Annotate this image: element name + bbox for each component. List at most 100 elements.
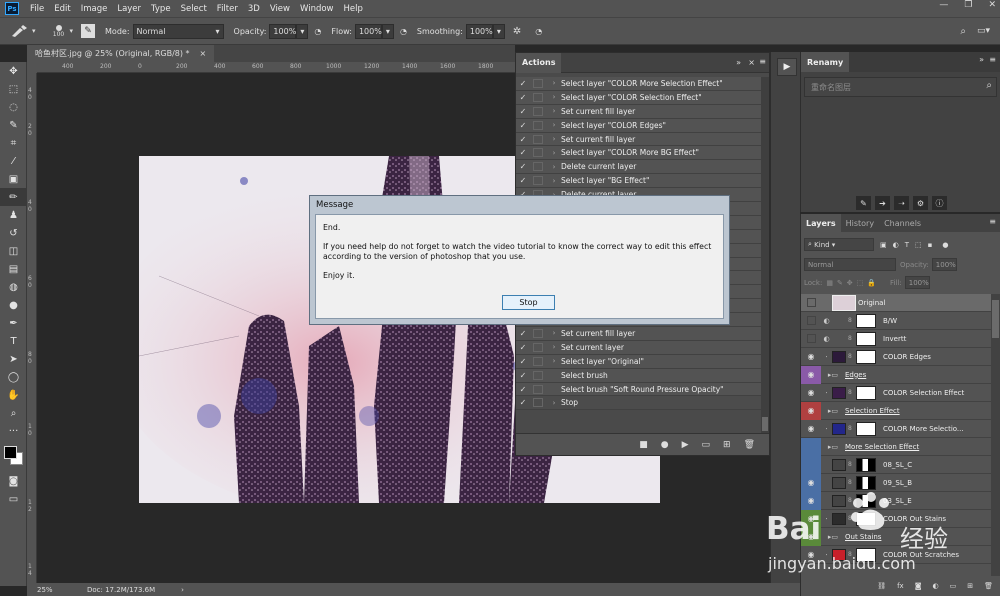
- chevron-down-icon[interactable]: ▾: [70, 27, 74, 35]
- crop-tool-icon[interactable]: ⌗: [0, 134, 27, 152]
- menu-type[interactable]: Type: [146, 4, 176, 14]
- lasso-tool-icon[interactable]: ◌: [0, 98, 27, 116]
- dialog-toggle-box[interactable]: [533, 342, 543, 352]
- blur-tool-icon[interactable]: ◍: [0, 278, 27, 296]
- document-tab[interactable]: 哈鱼村区.jpg @ 25% (Original, RGB/8) * ×: [27, 45, 215, 62]
- panel-menu-icon[interactable]: ≡: [989, 55, 996, 64]
- visibility-eye-icon[interactable]: [801, 455, 821, 474]
- dialog-toggle-box[interactable]: [533, 176, 543, 186]
- filter-toggle-icon[interactable]: ●: [942, 241, 948, 249]
- scrollbar-thumb[interactable]: [762, 417, 768, 431]
- checkmark-icon[interactable]: ✓: [516, 398, 530, 407]
- lock-icons[interactable]: ▦✎✥⬚🔒: [826, 279, 880, 287]
- color-swatches[interactable]: [0, 440, 26, 472]
- menu-help[interactable]: Help: [339, 4, 368, 14]
- layer-row[interactable]: ◉ ⸳ 8 COLOR Selection Effect: [801, 384, 991, 402]
- visibility-eye-icon[interactable]: [801, 294, 821, 312]
- mode-select[interactable]: Normal ▾: [132, 23, 224, 39]
- layer-row[interactable]: ◐ 8 B/W: [801, 312, 991, 330]
- quick-mask-icon[interactable]: ◙: [0, 472, 27, 490]
- new-action-icon[interactable]: ⊞: [723, 440, 731, 450]
- smoothing-input[interactable]: 100%: [465, 23, 493, 39]
- dialog-toggle-box[interactable]: [533, 134, 543, 144]
- more-tools-icon[interactable]: ···: [0, 422, 27, 440]
- action-step-row[interactable]: ✓ › Set current fill layer: [516, 132, 762, 147]
- dialog-toggle-box[interactable]: [533, 120, 543, 130]
- pressure-size-icon[interactable]: ◔: [535, 27, 542, 36]
- tab-renamy[interactable]: Renamy: [801, 52, 850, 72]
- checkmark-icon[interactable]: ✓: [516, 329, 530, 338]
- expand-arrow-icon[interactable]: ›: [547, 329, 561, 337]
- expand-arrow-icon[interactable]: ›: [547, 149, 561, 157]
- action-step-row[interactable]: ✓ › Select layer "COLOR More Selection Eff…: [516, 77, 762, 91]
- close-tab-icon[interactable]: ×: [200, 49, 207, 58]
- zoom-level[interactable]: 25%: [37, 586, 87, 594]
- gradient-tool-icon[interactable]: ▤: [0, 260, 27, 278]
- airbrush-icon[interactable]: ◔: [400, 27, 407, 36]
- checkmark-icon[interactable]: ✓: [516, 371, 530, 380]
- marquee-tool-icon[interactable]: ⬚: [0, 80, 27, 98]
- tab-channels[interactable]: Channels: [879, 214, 926, 232]
- mask-link-icon[interactable]: 8: [848, 317, 854, 324]
- renamy-info-icon[interactable]: ⓘ: [932, 196, 947, 210]
- rename-layer-input[interactable]: 重命名图层: [804, 77, 997, 97]
- layer-mask-thumbnail[interactable]: [856, 349, 876, 364]
- checkmark-icon[interactable]: ✓: [516, 79, 530, 88]
- dialog-toggle-box[interactable]: [533, 148, 543, 158]
- flow-dropdown[interactable]: ▾: [381, 23, 394, 39]
- action-step-row[interactable]: ✓ › Select layer "COLOR More BG Effect": [516, 146, 762, 161]
- path-select-tool-icon[interactable]: ➤: [0, 350, 27, 368]
- minimize-icon[interactable]: —: [939, 0, 948, 10]
- pressure-opacity-icon[interactable]: ◔: [314, 27, 321, 36]
- layer-row[interactable]: ◉ ▸▭ Edges: [801, 365, 991, 384]
- expand-arrow-icon[interactable]: ›: [547, 135, 561, 143]
- menu-filter[interactable]: Filter: [212, 4, 243, 14]
- new-set-icon[interactable]: ▭: [702, 440, 711, 450]
- close-panel-icon[interactable]: ×: [748, 58, 755, 67]
- dialog-toggle-box[interactable]: [533, 78, 543, 88]
- clone-stamp-tool-icon[interactable]: ♟: [0, 206, 27, 224]
- move-tool-icon[interactable]: ✥: [0, 62, 27, 80]
- expand-arrow-icon[interactable]: ›: [547, 93, 561, 101]
- dialog-toggle-box[interactable]: [533, 106, 543, 116]
- stop-playing-icon[interactable]: ■: [639, 440, 648, 450]
- checkmark-icon[interactable]: ✓: [516, 343, 530, 352]
- action-step-row[interactable]: ✓ › Select layer "BG Effect": [516, 174, 762, 189]
- checkmark-icon[interactable]: ✓: [516, 357, 530, 366]
- expand-arrow-icon[interactable]: ›: [547, 79, 561, 87]
- expand-arrow-icon[interactable]: ›: [547, 107, 561, 115]
- layer-filter-select[interactable]: ⌕ Kind ▾: [804, 238, 874, 251]
- visibility-eye-icon[interactable]: ◉: [801, 384, 821, 402]
- expand-arrow-icon[interactable]: ›: [547, 177, 561, 185]
- eyedropper-tool-icon[interactable]: ⁄: [0, 152, 27, 170]
- zoom-tool-icon[interactable]: ⌕: [0, 404, 27, 422]
- opacity-input[interactable]: 100%: [269, 23, 297, 39]
- actions-dock-play-icon[interactable]: ▶: [777, 58, 797, 76]
- action-step-row[interactable]: ✓ ›Delete current layer: [516, 160, 762, 175]
- dialog-toggle-box[interactable]: [533, 92, 543, 102]
- action-step-row[interactable]: ✓ ›Set current layer: [516, 340, 762, 355]
- mask-link-icon[interactable]: 8: [848, 353, 854, 360]
- menu-3d[interactable]: 3D: [243, 4, 265, 14]
- checkmark-icon[interactable]: ✓: [516, 121, 530, 130]
- expand-arrow-icon[interactable]: ›: [547, 343, 561, 351]
- checkmark-icon[interactable]: ✓: [516, 135, 530, 144]
- menu-file[interactable]: File: [25, 4, 49, 14]
- menu-image[interactable]: Image: [76, 4, 113, 14]
- expand-arrow-icon[interactable]: ›: [547, 121, 561, 129]
- layer-mask-thumbnail[interactable]: [856, 457, 876, 472]
- menu-window[interactable]: Window: [295, 4, 339, 14]
- expand-arrow-icon[interactable]: ›: [547, 399, 561, 407]
- workspace-icon[interactable]: ▭▾: [977, 26, 990, 36]
- layer-row[interactable]: ◉ ▸▭ Selection Effect: [801, 401, 991, 420]
- action-step-row[interactable]: ✓ › Select layer "Original": [516, 354, 762, 369]
- renamy-settings-icon[interactable]: ⚙: [913, 196, 928, 210]
- visibility-eye-icon[interactable]: ◉: [801, 401, 821, 420]
- action-step-row[interactable]: ✓ Select brush: [516, 368, 762, 383]
- dialog-toggle-box[interactable]: [533, 162, 543, 172]
- hand-tool-icon[interactable]: ✋: [0, 386, 27, 404]
- mask-link-icon[interactable]: 8: [848, 461, 854, 468]
- action-step-row[interactable]: ✓ Select brush "Soft Round Pressure Opaci…: [516, 382, 762, 397]
- dialog-toggle-box[interactable]: [533, 356, 543, 366]
- visibility-eye-icon[interactable]: [801, 437, 821, 456]
